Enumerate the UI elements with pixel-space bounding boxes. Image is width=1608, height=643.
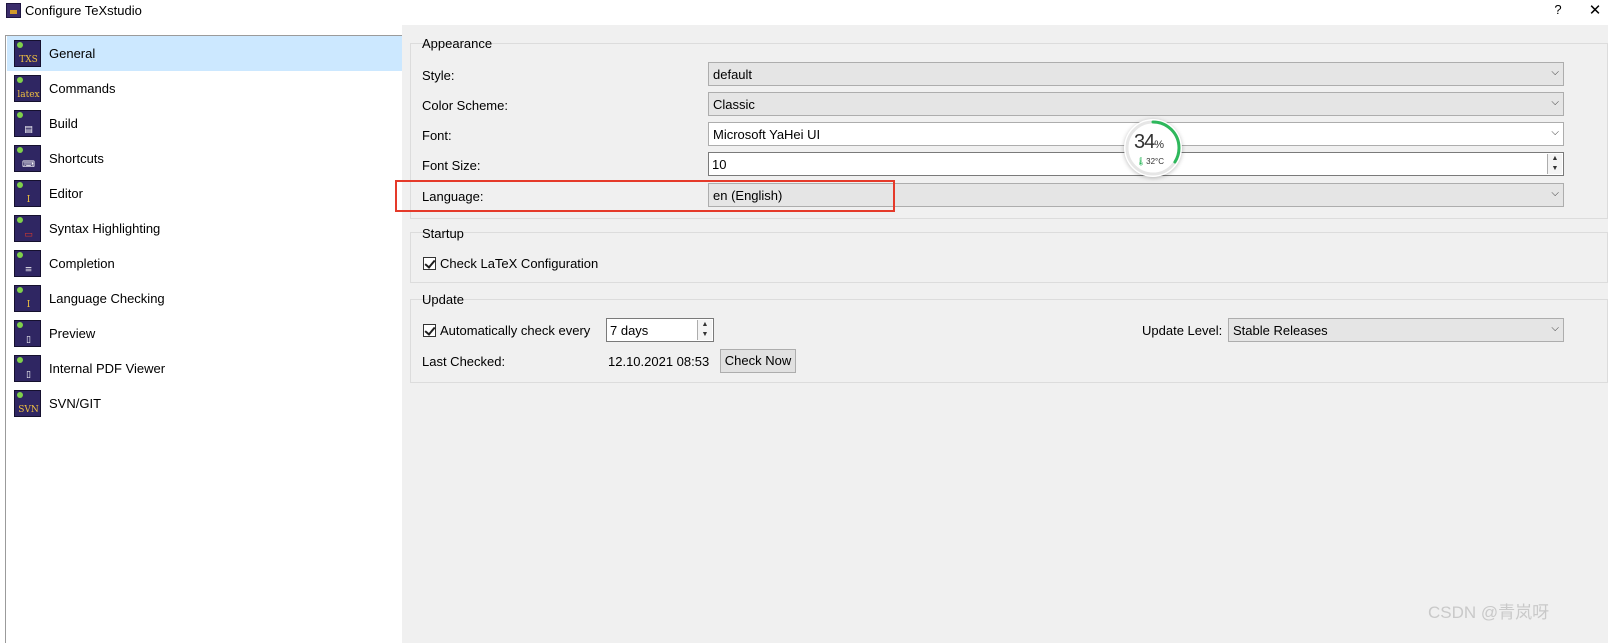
build-icon: ▤ (14, 110, 41, 137)
interval-value: 7 days (610, 323, 649, 338)
check-latex-checkbox[interactable] (423, 257, 436, 270)
color-scheme-dropdown[interactable]: Classic ⌵ (708, 92, 1564, 116)
sidebar-item-general[interactable]: TXS General (7, 36, 403, 71)
sidebar-item-svn-git[interactable]: SVN SVN/GIT (7, 386, 403, 421)
help-button[interactable]: ? (1550, 2, 1566, 20)
auto-check-label[interactable]: Automatically check every (440, 323, 590, 338)
temperature-readout: 🌡32°C (1136, 157, 1165, 166)
last-checked-label: Last Checked: (422, 354, 506, 369)
thermometer-icon: 🌡 (1136, 157, 1147, 166)
system-monitor-widget[interactable]: 34% 🌡32°C (1124, 119, 1182, 177)
title-bar: Configure TeXstudio ? ✕ (0, 0, 1608, 22)
language-highlight-annotation (395, 180, 895, 212)
sidebar-item-label: Language Checking (49, 291, 165, 306)
sidebar-item-syntax-highlighting[interactable]: ▭ Syntax Highlighting (7, 211, 403, 246)
sidebar-item-label: Preview (49, 326, 96, 341)
usage-percent: 34% (1134, 131, 1164, 153)
color-scheme-value: Classic (713, 97, 755, 112)
font-label: Font: (422, 128, 452, 143)
spin-down-icon[interactable]: ▼ (1548, 164, 1562, 174)
highlight-icon: ▭ (14, 215, 41, 242)
sidebar-item-language-checking[interactable]: I Language Checking (7, 281, 403, 316)
spellcheck-icon: I (14, 285, 41, 312)
sidebar-item-preview[interactable]: ▯ Preview (7, 316, 403, 351)
chevron-down-icon: ⌵ (1551, 97, 1559, 108)
close-button[interactable]: ✕ (1586, 1, 1604, 19)
sidebar-item-label: Shortcuts (49, 151, 104, 166)
svn-icon: SVN (14, 390, 41, 417)
font-value: Microsoft YaHei UI (713, 127, 821, 142)
spin-buttons: ▲ ▼ (1547, 154, 1562, 174)
font-size-label: Font Size: (422, 158, 481, 173)
update-interval-spinbox[interactable]: 7 days ▲ ▼ (606, 318, 714, 342)
last-checked-value: 12.10.2021 08:53 (608, 354, 710, 369)
update-level-label: Update Level: (1142, 323, 1223, 338)
sidebar-item-label: Editor (49, 186, 83, 201)
sidebar-item-label: Syntax Highlighting (49, 221, 161, 236)
sidebar-item-label: Internal PDF Viewer (49, 361, 166, 376)
font-size-value: 10 (712, 157, 727, 172)
chevron-down-icon: ⌵ (1551, 127, 1559, 138)
category-list: TXS General latex Commands ▤ Build ⌨ Sho… (5, 35, 403, 643)
chevron-down-icon: ⌵ (1551, 323, 1559, 334)
appearance-group-title: Appearance (422, 36, 493, 51)
style-value: default (713, 67, 753, 82)
settings-panel: Appearance Style: default ⌵ Color Scheme… (395, 25, 1608, 643)
style-dropdown[interactable]: default ⌵ (708, 62, 1564, 86)
color-scheme-label: Color Scheme: (422, 98, 508, 113)
window-title: Configure TeXstudio (25, 3, 142, 18)
spin-buttons: ▲ ▼ (697, 320, 712, 340)
sidebar-item-shortcuts[interactable]: ⌨ Shortcuts (7, 141, 403, 176)
check-latex-label[interactable]: Check LaTeX Configuration (440, 256, 598, 271)
sidebar-item-editor[interactable]: I Editor (7, 176, 403, 211)
watermark: CSDN @青岚呀 (1428, 603, 1550, 622)
sidebar-item-completion[interactable]: ≡ Completion (7, 246, 403, 281)
auto-check-checkbox[interactable] (423, 324, 436, 337)
text-cursor-icon: I (14, 180, 41, 207)
update-level-dropdown[interactable]: Stable Releases ⌵ (1228, 318, 1564, 342)
sidebar-item-label: General (49, 46, 96, 61)
style-label: Style: (422, 68, 455, 83)
texstudio-app-icon (6, 3, 21, 18)
sidebar-item-label: Commands (49, 81, 116, 96)
sidebar-item-label: Build (49, 116, 78, 131)
chevron-down-icon: ⌵ (1551, 67, 1559, 78)
update-level-value: Stable Releases (1233, 323, 1328, 338)
chevron-down-icon: ⌵ (1551, 188, 1559, 199)
pdf-viewer-icon: ▯ (14, 355, 41, 382)
sidebar-item-label: SVN/GIT (49, 396, 102, 411)
latex-icon: latex (14, 75, 41, 102)
startup-group-title: Startup (422, 226, 464, 241)
sidebar-item-build[interactable]: ▤ Build (7, 106, 403, 141)
txs-icon: TXS (14, 40, 41, 67)
sidebar-item-internal-pdf-viewer[interactable]: ▯ Internal PDF Viewer (7, 351, 403, 386)
update-group-title: Update (422, 292, 464, 307)
sidebar-item-label: Completion (49, 256, 115, 271)
check-now-button[interactable]: Check Now (720, 349, 796, 373)
keyboard-icon: ⌨ (14, 145, 41, 172)
spin-down-icon[interactable]: ▼ (698, 330, 712, 340)
preview-icon: ▯ (14, 320, 41, 347)
sidebar-item-commands[interactable]: latex Commands (7, 71, 403, 106)
completion-icon: ≡ (14, 250, 41, 277)
